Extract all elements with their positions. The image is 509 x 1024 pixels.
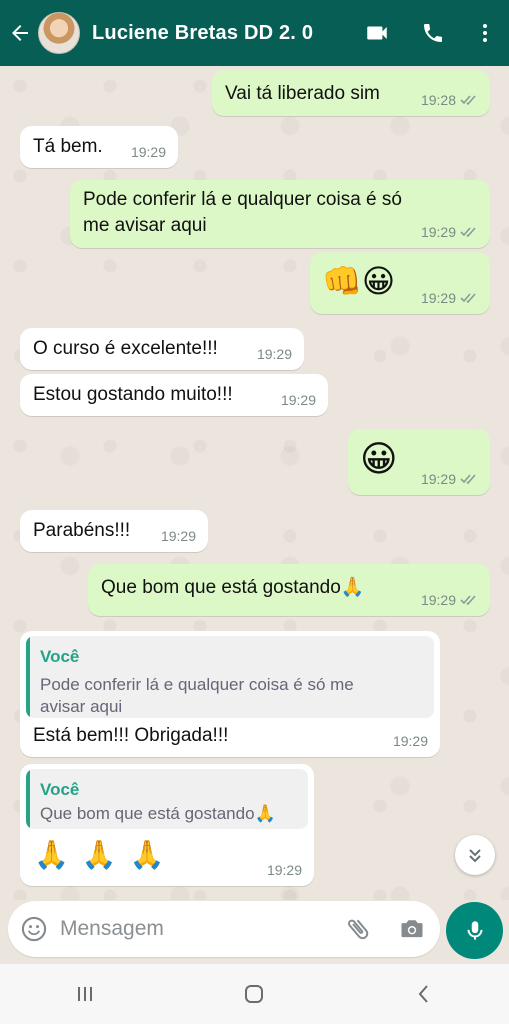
- message-meta: 19:29: [161, 528, 196, 544]
- attach-button[interactable]: [344, 915, 372, 948]
- message-meta: 19:29: [421, 224, 478, 240]
- message-text: Está bem!!! Obrigada!!!: [33, 725, 229, 746]
- message-meta: 19:28: [421, 92, 478, 108]
- message-text: Parabéns!!!: [33, 520, 131, 541]
- message-time: 19:29: [420, 290, 456, 306]
- quote-line: Pode conferir lá e qualquer coisa é só m…: [40, 675, 354, 694]
- home-button[interactable]: [214, 964, 294, 1024]
- chat-area[interactable]: Vai tá liberado sim 19:28 Tá bem. 19:29 …: [0, 66, 509, 900]
- message-meta: 19:29: [131, 144, 166, 160]
- camera-button[interactable]: [398, 915, 426, 948]
- voice-message-button[interactable]: [446, 902, 503, 959]
- avatar[interactable]: [38, 12, 80, 54]
- message-bubble-incoming[interactable]: Estou gostando muito!!! 19:29: [20, 374, 328, 416]
- recent-apps-button[interactable]: [45, 964, 125, 1024]
- contact-name[interactable]: Luciene Bretas DD 2. 0: [92, 22, 349, 45]
- message-time: 19:29: [256, 346, 292, 362]
- message-time: 19:29: [130, 144, 166, 160]
- double-check-icon: [460, 474, 476, 485]
- message-time: 19:28: [420, 92, 456, 108]
- message-time: 19:29: [160, 528, 196, 544]
- message-text: Vai tá liberado sim: [225, 83, 380, 104]
- message-text: Pode conferir lá e qualquer coisa é só m…: [83, 187, 402, 239]
- message-text: Que bom que está gostando🙏: [101, 577, 365, 598]
- message-line: me avisar aqui: [83, 215, 207, 236]
- message-bubble-outgoing[interactable]: Que bom que está gostando🙏 19:29: [88, 564, 490, 616]
- message-bubble-incoming[interactable]: Parabéns!!! 19:29: [20, 510, 208, 552]
- back-arrow-icon: [12, 25, 28, 41]
- chat-header: Luciene Bretas DD 2. 0: [0, 0, 509, 66]
- message-bubble-outgoing[interactable]: Pode conferir lá e qualquer coisa é só m…: [70, 180, 490, 248]
- message-bubble-outgoing[interactable]: 👊😀 19:29: [310, 252, 490, 314]
- message-composer: [8, 901, 440, 957]
- attach-icon: [348, 919, 369, 940]
- back-button[interactable]: [2, 0, 38, 66]
- message-time: 19:29: [420, 224, 456, 240]
- emoji-content: 😀: [360, 439, 398, 480]
- double-check-icon: [460, 293, 476, 304]
- message-meta: 19:29: [421, 290, 478, 306]
- emoji-content: 👊😀: [322, 262, 396, 300]
- quoted-message[interactable]: Você Que bom que está gostando🙏: [26, 769, 308, 829]
- system-back-button[interactable]: [384, 964, 464, 1024]
- message-time: 19:29: [280, 392, 316, 408]
- home-icon: [245, 985, 264, 1003]
- message-time: 19:29: [266, 862, 302, 878]
- video-call-button[interactable]: [349, 0, 405, 66]
- video-call-icon: [367, 26, 387, 40]
- phone-icon: [424, 24, 442, 42]
- message-bubble-outgoing[interactable]: Vai tá liberado sim 19:28: [212, 70, 490, 116]
- emoji-button[interactable]: [20, 915, 48, 948]
- scroll-to-bottom-button[interactable]: [455, 835, 495, 875]
- double-check-icon: [460, 95, 476, 106]
- camera-icon: [401, 920, 423, 938]
- message-meta: 19:29: [421, 592, 478, 608]
- message-meta: 19:29: [393, 733, 428, 749]
- quote-author: Você: [40, 780, 80, 799]
- message-bubble-incoming-reply[interactable]: Você Pode conferir lá e qualquer coisa é…: [20, 631, 440, 757]
- emoji-icon: [21, 916, 47, 942]
- emoji-content: 🙏 🙏 🙏: [34, 838, 167, 871]
- double-chevron-down-icon: [469, 849, 481, 863]
- recent-apps-icon: [77, 987, 92, 1001]
- quote-bar: [26, 769, 30, 829]
- message-meta: 19:29: [267, 862, 302, 878]
- message-time: 19:29: [392, 733, 428, 749]
- more-options-button[interactable]: [461, 0, 509, 66]
- double-check-icon: [460, 595, 476, 606]
- message-time: 19:29: [420, 592, 456, 608]
- quote-author: Você: [40, 647, 80, 666]
- message-time: 19:29: [420, 471, 456, 487]
- message-bubble-incoming[interactable]: Tá bem. 19:29: [20, 126, 178, 168]
- system-nav-bar: [0, 964, 509, 1024]
- quote-line: avisar aqui: [40, 697, 123, 716]
- quote-text: Pode conferir lá e qualquer coisa é só m…: [40, 674, 354, 718]
- quote-text: Que bom que está gostando🙏: [40, 804, 276, 823]
- message-meta: 19:29: [257, 346, 292, 362]
- quote-bar: [26, 636, 30, 718]
- message-text: O curso é excelente!!!: [33, 338, 218, 359]
- message-bubble-incoming-reply[interactable]: Você Que bom que está gostando🙏 🙏 🙏 🙏 19…: [20, 764, 314, 886]
- message-meta: 19:29: [421, 471, 478, 487]
- message-input[interactable]: [60, 913, 330, 945]
- message-text: Estou gostando muito!!!: [33, 384, 233, 405]
- message-bubble-incoming[interactable]: O curso é excelente!!! 19:29: [20, 328, 304, 370]
- double-check-icon: [460, 227, 476, 238]
- message-text: Tá bem.: [33, 136, 103, 157]
- message-meta: 19:29: [281, 392, 316, 408]
- quoted-message[interactable]: Você Pode conferir lá e qualquer coisa é…: [26, 636, 434, 718]
- message-bubble-outgoing[interactable]: 😀 19:29: [348, 429, 490, 495]
- voice-call-button[interactable]: [405, 0, 461, 66]
- chevron-left-icon: [418, 985, 428, 1003]
- more-vert-icon: [483, 24, 487, 42]
- message-line: Pode conferir lá e qualquer coisa é só: [83, 189, 402, 210]
- mic-icon: [467, 920, 482, 940]
